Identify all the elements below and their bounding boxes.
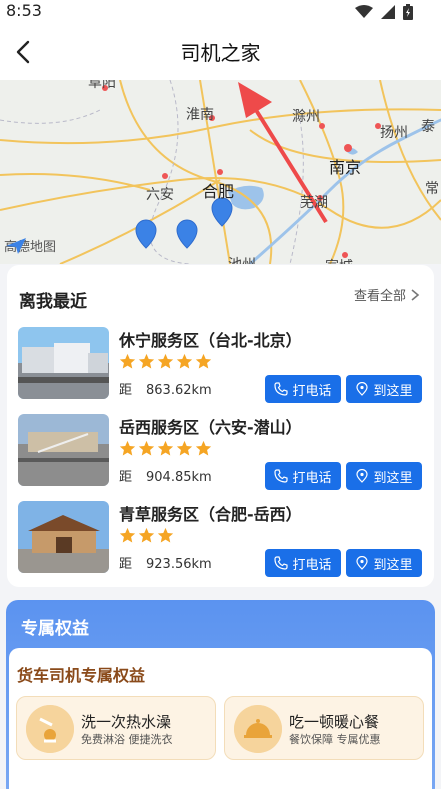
- station-name: 青草服务区（合肥-岳西）: [119, 505, 302, 524]
- station-item[interactable]: 岳西服务区（六安-潜山） 距 904.85km 打电话 到这里: [18, 414, 428, 490]
- meal-cloche-icon: [234, 705, 282, 753]
- benefits-header: 专属权益: [21, 619, 89, 639]
- distance-label: 距: [119, 470, 133, 485]
- star-icon: [157, 527, 174, 543]
- benefit-desc: 餐饮保障 专属优惠: [289, 733, 381, 746]
- status-icons: [355, 4, 413, 20]
- status-bar: 8:53: [0, 0, 441, 24]
- benefit-desc: 免费淋浴 便捷洗衣: [81, 733, 173, 746]
- shower-icon: [26, 705, 74, 753]
- benefits-section: 专属权益 货车司机专属权益 洗一次热水澡 免费淋浴 便捷洗衣 吃一顿暖心餐 餐饮…: [6, 600, 435, 789]
- station-distance: 距 904.85km: [119, 466, 212, 485]
- benefits-panel: 货车司机专属权益 洗一次热水澡 免费淋浴 便捷洗衣 吃一顿暖心餐 餐饮保障 专属…: [9, 648, 432, 789]
- distance-label: 距: [119, 383, 133, 398]
- star-icon: [119, 440, 136, 456]
- map-city-yangzhou: 扬州: [380, 125, 408, 141]
- station-distance: 距 923.56km: [119, 553, 212, 572]
- star-icon: [119, 353, 136, 369]
- amap-logo-icon: [6, 238, 26, 254]
- map-logo: 高德地图: [4, 236, 56, 255]
- distance-value: 863.62km: [146, 383, 212, 398]
- star-icon: [138, 527, 155, 543]
- station-distance: 距 863.62km: [119, 379, 212, 398]
- navigate-button[interactable]: 到这里: [346, 549, 422, 577]
- map-city-fuyang: 阜阳: [88, 80, 116, 91]
- nearby-title: 离我最近: [19, 292, 87, 312]
- navigate-button-label: 到这里: [373, 383, 413, 399]
- call-button-label: 打电话: [292, 383, 332, 399]
- station-rating: [119, 527, 174, 544]
- benefit-card-shower[interactable]: 洗一次热水澡 免费淋浴 便捷洗衣: [16, 696, 216, 760]
- distance-value: 923.56km: [146, 557, 212, 572]
- star-icon: [157, 353, 174, 369]
- phone-icon: [274, 556, 289, 570]
- star-icon: [157, 440, 174, 456]
- status-time: 8:53: [6, 1, 42, 20]
- map-city-chizhou: 池州: [228, 254, 256, 264]
- station-item[interactable]: 青草服务区（合肥-岳西） 距 923.56km 打电话 到这里: [18, 501, 428, 577]
- map-city-huainan: 淮南: [186, 107, 214, 123]
- page-title: 司机之家: [180, 41, 261, 65]
- map-city-nanjing: 南京: [329, 158, 362, 177]
- map-view[interactable]: 阜阳 淮南 滁州 扬州 泰 南京 六安 合肥 芜湖 常 池州 宣城 高德地图: [0, 80, 441, 264]
- benefit-card-meal[interactable]: 吃一顿暖心餐 餐饮保障 专属优惠: [224, 696, 424, 760]
- map-city-hefei: 合肥: [202, 182, 235, 201]
- star-icon: [176, 353, 193, 369]
- location-pin-icon: [356, 556, 369, 570]
- map-city-tai: 泰: [421, 119, 435, 135]
- map-city-wuhu: 芜湖: [300, 195, 328, 211]
- map-city-chang: 常: [425, 181, 439, 197]
- call-button-label: 打电话: [292, 557, 332, 573]
- nav-bar: 司机之家: [0, 24, 441, 80]
- nearby-section: 离我最近 查看全部 休宁服务区（台北-北京） 距 863.62km 打电话 到这里: [7, 265, 434, 587]
- station-photo: [18, 501, 109, 573]
- star-icon: [195, 353, 212, 369]
- navigate-button-label: 到这里: [373, 470, 413, 486]
- map-city-xuancheng: 宣城: [325, 256, 353, 264]
- wifi-icon: [355, 5, 373, 18]
- benefit-title: 吃一顿暖心餐: [289, 713, 380, 731]
- location-pin-icon: [356, 469, 369, 483]
- station-item[interactable]: 休宁服务区（台北-北京） 距 863.62km 打电话 到这里: [18, 327, 428, 403]
- benefit-title: 洗一次热水澡: [81, 713, 172, 731]
- map-city-chuzhou: 滁州: [292, 109, 320, 125]
- map-city-luan: 六安: [146, 187, 174, 203]
- station-photo: [18, 327, 109, 399]
- chevron-right-icon: [411, 288, 420, 301]
- navigate-button-label: 到这里: [373, 557, 413, 573]
- star-icon: [138, 440, 155, 456]
- station-rating: [119, 440, 212, 457]
- navigate-button[interactable]: 到这里: [346, 375, 422, 403]
- distance-value: 904.85km: [146, 470, 212, 485]
- view-all-label: 查看全部: [353, 289, 406, 304]
- location-pin-icon: [356, 382, 369, 396]
- battery-icon: [403, 4, 413, 20]
- view-all-link[interactable]: 查看全部: [354, 285, 420, 304]
- station-rating: [119, 353, 212, 370]
- distance-label: 距: [119, 557, 133, 572]
- map-roads: [0, 80, 441, 264]
- station-name: 休宁服务区（台北-北京）: [119, 331, 302, 350]
- station-name: 岳西服务区（六安-潜山）: [119, 418, 302, 437]
- call-button-label: 打电话: [292, 470, 332, 486]
- call-button[interactable]: 打电话: [265, 549, 341, 577]
- station-photo: [18, 414, 109, 486]
- phone-icon: [274, 382, 289, 396]
- benefits-subtitle: 货车司机专属权益: [17, 666, 146, 685]
- star-icon: [195, 440, 212, 456]
- call-button[interactable]: 打电话: [265, 462, 341, 490]
- call-button[interactable]: 打电话: [265, 375, 341, 403]
- star-icon: [138, 353, 155, 369]
- navigate-button[interactable]: 到这里: [346, 462, 422, 490]
- phone-icon: [274, 469, 289, 483]
- star-icon: [176, 440, 193, 456]
- signal-icon: [381, 5, 395, 19]
- star-icon: [119, 527, 136, 543]
